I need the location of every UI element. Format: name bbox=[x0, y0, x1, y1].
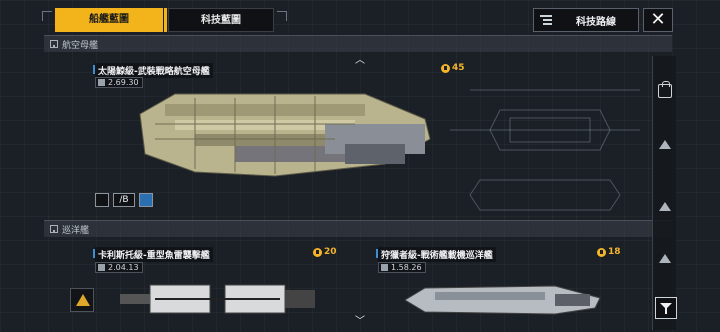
ship-name-torpedo: 卡利斯托級-重型魚雷襲擊艦 bbox=[93, 247, 213, 262]
coin-icon bbox=[597, 247, 606, 257]
tab-tech-blueprint[interactable]: 科技藍圖 bbox=[168, 8, 274, 32]
ship-cost-hunter: 18 bbox=[597, 247, 621, 257]
speed-icon bbox=[98, 79, 105, 86]
ship-stat-value: 2.04.13 bbox=[108, 263, 139, 272]
section-label-cruiser: 巡洋艦 bbox=[62, 225, 90, 236]
chevron-down-icon[interactable]: ﹀ bbox=[355, 312, 365, 327]
tech-route-button[interactable]: 科技路線 bbox=[533, 8, 639, 32]
triangle-icon[interactable] bbox=[658, 138, 672, 152]
section-label-carrier: 航空母艦 bbox=[62, 40, 99, 51]
menu-lines-icon bbox=[540, 14, 554, 26]
chevron-up-icon[interactable]: ︿ bbox=[355, 51, 365, 66]
triangle-section-icon bbox=[50, 225, 58, 233]
emblem-icon[interactable] bbox=[70, 288, 94, 312]
tier-label: /B bbox=[119, 195, 129, 205]
section-header-cruiser: 巡洋艦 bbox=[44, 220, 672, 237]
ship-type-badge bbox=[139, 193, 153, 207]
ship-stat-value: 1.58.26 bbox=[391, 263, 422, 272]
ship-name-carrier: 太陽鯨級-武裝戰略航空母艦 bbox=[93, 63, 213, 78]
ship-stat-hunter: 1.58.26 bbox=[378, 262, 426, 273]
ship-stat-torpedo: 2.04.13 bbox=[95, 262, 143, 273]
torpedo-ship-image[interactable] bbox=[120, 280, 320, 320]
blueprint-drawing bbox=[450, 89, 640, 211]
lock-badge bbox=[95, 193, 109, 207]
ship-cost-torpedo: 20 bbox=[313, 247, 337, 257]
right-rail bbox=[652, 56, 676, 330]
home-icon bbox=[50, 40, 58, 48]
triangle-icon[interactable] bbox=[658, 252, 672, 266]
speed-icon bbox=[381, 264, 388, 271]
corner-bracket-right bbox=[277, 11, 287, 21]
tab-ship-blueprint[interactable]: 船艦藍圖 bbox=[55, 8, 167, 32]
lock-icon[interactable] bbox=[658, 81, 672, 98]
close-icon: ✕ bbox=[650, 9, 666, 30]
ship-cost-value: 18 bbox=[608, 247, 621, 257]
close-button[interactable]: ✕ bbox=[643, 8, 673, 32]
ship-cost-value: 20 bbox=[324, 247, 337, 257]
corner-bracket-left bbox=[42, 11, 52, 21]
triangle-icon[interactable] bbox=[658, 200, 672, 214]
ship-name-hunter: 狩獵者級-戰術艦載機巡洋艦 bbox=[376, 247, 496, 262]
top-bar: 船艦藍圖 科技藍圖 科技路線 ✕ bbox=[0, 8, 720, 34]
filter-icon-stem bbox=[665, 308, 667, 314]
speed-icon bbox=[98, 264, 105, 271]
filter-button[interactable] bbox=[655, 297, 677, 319]
tech-route-label: 科技路線 bbox=[576, 16, 616, 28]
section-header-carrier: 航空母艦 bbox=[44, 35, 672, 52]
hunter-ship-image[interactable] bbox=[405, 280, 605, 320]
tier-badge: /B bbox=[113, 193, 135, 207]
carrier-ship-image[interactable] bbox=[135, 84, 435, 184]
coin-icon bbox=[313, 247, 322, 257]
ship-stat-value: 2.69.30 bbox=[108, 78, 139, 87]
